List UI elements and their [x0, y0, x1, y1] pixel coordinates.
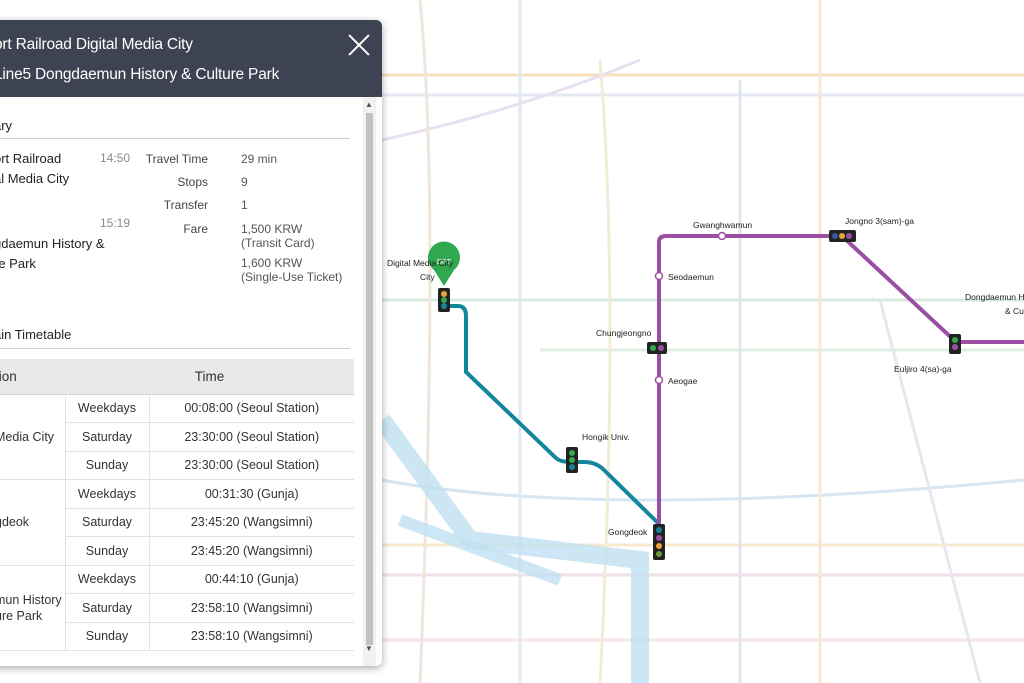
label-gwanghwamun: Gwanghwamun	[693, 220, 752, 230]
label-digital-media-city: Digital Media City	[387, 258, 454, 268]
label-aeogae: Aeogae	[668, 376, 698, 386]
timetable-day-cell: Sunday	[65, 451, 150, 480]
timetable-time-cell: 23:58:10 (Wangsimni)	[149, 593, 354, 623]
label-chungjeongno: Chungjeongno	[596, 328, 652, 338]
travel-time-label: Travel Time	[145, 152, 208, 166]
fare-label: Fare	[183, 222, 208, 236]
table-row: Media City Weekdays 00:08:00 (Seoul Statio…	[0, 394, 354, 480]
timetable-station-cell: mun Historyure Park	[0, 565, 66, 651]
label-gongdeok: Gongdeok	[608, 527, 648, 537]
timetable-time-cell: 23:30:00 (Seoul Station)	[149, 451, 354, 480]
divider	[0, 138, 350, 139]
table-row: mun Historyure ParkWeekdays00:44:10 (Gun…	[0, 565, 354, 651]
station-marker-chungjeongno	[647, 342, 667, 354]
timetable-title: ain Timetable	[0, 327, 72, 342]
station-marker-euljiro4	[949, 334, 961, 354]
timetable-day-cell: Saturday	[65, 422, 150, 452]
timetable-day-cell: Weekdays	[65, 394, 150, 423]
station-node	[654, 375, 664, 385]
station-marker-gongdeok	[653, 524, 665, 560]
arrive-time: 15:19	[100, 216, 131, 230]
route-detail-panel: ort Railroad Digital Media City Line5 Do…	[0, 20, 382, 666]
label-seodaemun: Seodaemun	[668, 272, 714, 282]
depart-time: 14:50	[100, 151, 131, 165]
fare-transit-card: 1,500 KRW (Transit Card)	[241, 222, 315, 250]
table-row: gdeokWeekdays00:31:30 (Gunja)	[0, 479, 354, 566]
travel-time-value: 29 min	[241, 152, 278, 166]
timetable-day-cell: Saturday	[65, 508, 150, 537]
timetable-time-cell: 23:30:00 (Seoul Station)	[149, 422, 354, 452]
label-jongno3: Jongno 3(sam)-ga	[845, 216, 914, 226]
scroll-down-icon[interactable]: ▼	[365, 644, 373, 653]
timetable-time-cell: 23:45:20 (Wangsimni)	[149, 536, 354, 566]
svg-text:City: City	[420, 272, 435, 282]
divider	[0, 348, 350, 349]
station-marker-jongno3	[829, 230, 856, 242]
scroll-up-icon[interactable]: ▲	[365, 100, 373, 109]
header-to-station: Line5 Dongdaemun History & Culture Park	[0, 66, 280, 83]
header-from-station: ort Railroad Digital Media City	[0, 36, 193, 53]
last-train-timetable: tion Time Media CityWeekdays00:08:00 (Se…	[0, 359, 354, 651]
arrive-station-name: gdaemun History & re Park	[0, 236, 105, 271]
fare-single-ticket: 1,600 KRW (Single-Use Ticket)	[241, 256, 343, 284]
depart-station-name: ort Railroad al Media City	[0, 151, 70, 186]
timetable-day-cell: Saturday	[65, 593, 150, 623]
station-marker-hongik	[566, 447, 578, 473]
station-node	[717, 231, 727, 241]
stops-label: Stops	[177, 175, 208, 189]
column-header-station: tion	[0, 359, 65, 395]
timetable-time-cell: 00:08:00 (Seoul Station)	[149, 394, 354, 423]
background-lines	[381, 0, 1024, 683]
column-header-time: Time	[65, 359, 354, 395]
station-marker-digital-media-city	[438, 288, 450, 312]
scrollbar-thumb[interactable]	[366, 113, 373, 645]
panel-header: ort Railroad Digital Media City Line5 Do…	[0, 20, 382, 97]
label-dongdaemun: Dongdaemun Hi	[965, 292, 1024, 302]
panel-body[interactable]: ary ort Railroad al Media City 14:50 gda…	[0, 97, 382, 666]
label-euljiro4: Euljiro 4(sa)-ga	[894, 364, 952, 374]
timetable-day-cell: Weekdays	[65, 565, 150, 594]
label-hongik: Hongik Univ.	[582, 432, 630, 442]
station-node	[654, 271, 664, 281]
timetable-station-cell: gdeok	[0, 479, 66, 566]
timetable-day-cell: Sunday	[65, 536, 150, 566]
timetable-time-cell: 23:45:20 (Wangsimni)	[149, 508, 354, 537]
timetable-day-cell: Weekdays	[65, 479, 150, 509]
timetable-time-cell: 00:31:30 (Gunja)	[149, 479, 354, 509]
label-dongdaemun-2: & Cu	[1005, 306, 1024, 316]
transfer-value: 1	[241, 198, 248, 212]
timetable-time-cell: 00:44:10 (Gunja)	[149, 565, 354, 594]
transfer-label: Transfer	[163, 198, 208, 212]
summary-title: ary	[0, 118, 13, 133]
timetable-time-cell: 23:58:10 (Wangsimni)	[149, 622, 354, 651]
timetable-day-cell: Sunday	[65, 622, 150, 651]
stops-value: 9	[241, 175, 248, 189]
close-icon[interactable]	[346, 32, 372, 58]
timetable-station-cell: Media City	[0, 394, 66, 480]
